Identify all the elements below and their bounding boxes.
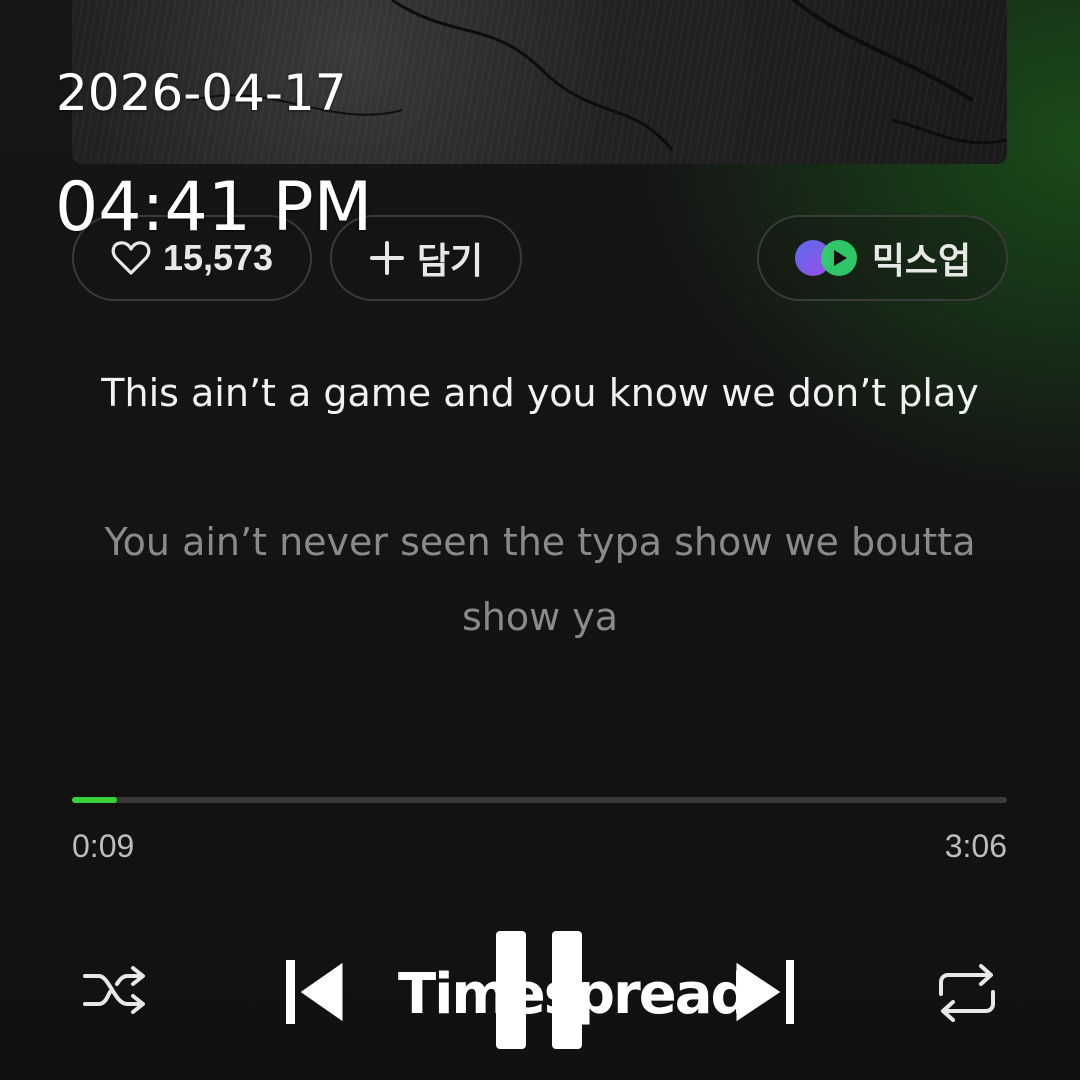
- player-screen: 2026-04-17 04:41 PM 15,573 담기 믹스업 This a…: [0, 0, 1080, 1080]
- elapsed-time: 0:09: [72, 828, 135, 864]
- progress-bar[interactable]: [72, 797, 1007, 803]
- shuffle-button[interactable]: [75, 955, 155, 1025]
- repeat-button[interactable]: [927, 958, 1007, 1028]
- mixup-button[interactable]: 믹스업: [757, 215, 1008, 301]
- lyric-line-next[interactable]: You ain’t never seen the typa show we bo…: [100, 505, 980, 655]
- mixup-label: 믹스업: [871, 240, 972, 281]
- skip-previous-icon: [286, 958, 346, 1026]
- shuffle-icon: [83, 966, 145, 1014]
- add-label: 담기: [416, 240, 484, 281]
- previous-button[interactable]: [282, 952, 382, 1032]
- overlay-date: 2026-04-17: [56, 64, 347, 122]
- repeat-icon: [939, 964, 995, 1022]
- watermark: Timespread: [398, 962, 751, 1027]
- plus-icon: [369, 240, 405, 276]
- overlay-time: 04:41 PM: [55, 168, 373, 247]
- lyric-line-current[interactable]: This ain’t a game and you know we don’t …: [100, 356, 980, 431]
- total-time: 3:06: [944, 828, 1007, 864]
- mixup-logo-icon: [794, 238, 860, 278]
- progress-fill: [72, 797, 117, 803]
